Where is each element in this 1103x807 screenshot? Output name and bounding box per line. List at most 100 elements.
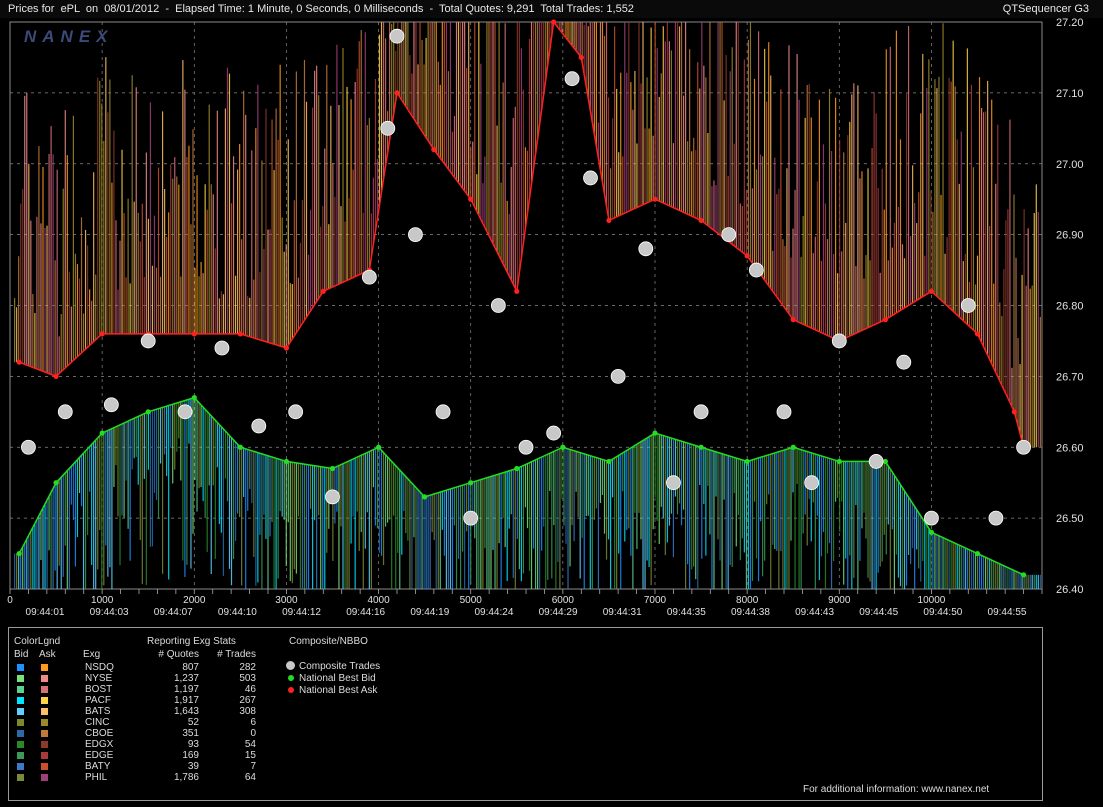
ask-color-swatch bbox=[41, 719, 48, 726]
ask-color-swatch bbox=[41, 697, 48, 704]
x-tick-label: 9000 bbox=[828, 595, 851, 606]
composite-trade-point bbox=[463, 510, 479, 526]
x-tick-label: 5000 bbox=[460, 595, 483, 606]
bid-color-swatch bbox=[17, 675, 24, 682]
exchange-quote-count: 1,917 bbox=[173, 695, 199, 706]
composite-trade-point bbox=[325, 489, 340, 505]
best-ask-point bbox=[16, 359, 22, 365]
exchange-trade-count: 0 bbox=[250, 728, 256, 739]
nbbo-legend-marker bbox=[286, 661, 295, 670]
ask-color-swatch bbox=[41, 730, 48, 737]
ask-color-swatch bbox=[41, 774, 48, 781]
composite-trade-point bbox=[868, 454, 884, 469]
exchange-name: PACF bbox=[85, 695, 111, 706]
exchange-trade-count: 46 bbox=[244, 684, 256, 695]
time-label: 09:44:43 bbox=[795, 607, 834, 618]
exchange-trade-count: 308 bbox=[239, 706, 256, 717]
best-bid-point bbox=[16, 550, 22, 557]
exchange-quote-count: 39 bbox=[187, 761, 199, 772]
time-label: 09:44:16 bbox=[346, 607, 385, 618]
best-bid-point bbox=[283, 458, 290, 465]
exchange-quote-count: 1,237 bbox=[173, 673, 199, 684]
best-ask-point bbox=[514, 288, 520, 294]
bid-color-swatch bbox=[17, 686, 24, 693]
best-ask-point bbox=[928, 288, 935, 294]
footer-link[interactable]: For additional information: www.nanex.ne… bbox=[803, 784, 989, 795]
y-tick-label: 27.00 bbox=[1056, 159, 1084, 171]
exchange-name: BOST bbox=[85, 684, 113, 695]
exchange-name: EDGX bbox=[85, 739, 114, 750]
composite-trade-point bbox=[361, 269, 377, 285]
exchange-quote-count: 1,197 bbox=[173, 684, 199, 695]
composite-trade-point bbox=[804, 475, 820, 491]
time-label: 09:44:01 bbox=[26, 607, 65, 618]
y-tick-label: 26.60 bbox=[1056, 442, 1084, 454]
y-axis: 27.20 27.10 27.00 26.90 26.80 26.70 26.60 26.50… bbox=[1056, 17, 1084, 596]
legend-panel: ColorLgnd Bid Ask Reporting Exg Stats Ex… bbox=[8, 627, 1043, 801]
best-ask-point bbox=[1011, 409, 1017, 415]
best-ask-point bbox=[191, 331, 197, 337]
x-tick-label: 6000 bbox=[552, 595, 575, 606]
composite-trade-point bbox=[776, 404, 792, 420]
best-bid-point bbox=[560, 444, 566, 450]
composite-trade-point bbox=[693, 404, 709, 420]
bid-color-swatch bbox=[17, 730, 24, 737]
best-ask-point bbox=[99, 331, 105, 337]
exchange-trade-count: 503 bbox=[239, 673, 256, 684]
best-bid-point bbox=[928, 529, 935, 535]
composite-trade-point bbox=[1016, 439, 1031, 455]
nbbo-title: Composite/NBBO bbox=[289, 636, 368, 647]
composite-trade-point bbox=[988, 510, 1004, 526]
bid-color-swatch bbox=[17, 741, 24, 748]
best-ask-point bbox=[578, 54, 584, 61]
composite-trade-point bbox=[666, 475, 681, 491]
y-tick-label: 26.70 bbox=[1056, 371, 1084, 383]
time-label: 09:44:24 bbox=[474, 607, 513, 618]
time-label: 09:44:03 bbox=[90, 607, 129, 618]
best-ask-point bbox=[790, 317, 796, 323]
exchange-quote-count: 169 bbox=[182, 750, 199, 761]
best-bid-point bbox=[329, 465, 336, 472]
composite-trade-point bbox=[389, 28, 405, 44]
exchange-quote-count: 1,643 bbox=[173, 706, 199, 717]
best-ask-point bbox=[53, 373, 59, 379]
ask-color-swatch bbox=[41, 741, 48, 748]
composite-trade-point bbox=[251, 418, 267, 434]
exchange-quote-count: 351 bbox=[182, 728, 199, 739]
composite-trade-point bbox=[610, 368, 626, 384]
exchange-name: BATY bbox=[85, 761, 111, 772]
best-bid-point bbox=[422, 494, 428, 500]
x-axis: 0 1000 2000 3000 4000 5000 6000 7000 8000 9000 100… bbox=[7, 589, 1043, 618]
exchange-quote-count: 52 bbox=[187, 717, 199, 728]
y-tick-label: 26.80 bbox=[1056, 301, 1084, 313]
composite-trade-point bbox=[518, 439, 534, 455]
color-legend-title: ColorLgnd bbox=[14, 636, 61, 647]
exchange-trade-count: 15 bbox=[244, 750, 256, 761]
time-label: 09:44:19 bbox=[410, 607, 449, 618]
best-bid-point bbox=[191, 395, 197, 401]
x-tick-label: 0 bbox=[7, 595, 13, 606]
best-bid-point bbox=[790, 444, 796, 450]
best-bid-point bbox=[514, 465, 520, 472]
nbbo-legend-marker bbox=[288, 675, 294, 681]
best-bid-point bbox=[744, 458, 750, 465]
exchange-trade-count: 7 bbox=[250, 761, 256, 772]
y-tick-label: 26.40 bbox=[1056, 584, 1084, 596]
composite-trade-point bbox=[435, 404, 451, 420]
exchange-name: NSDQ bbox=[85, 662, 114, 673]
x-tick-label: 7000 bbox=[644, 595, 667, 606]
ask-color-swatch bbox=[41, 686, 48, 693]
exchange-name: BATS bbox=[85, 706, 111, 717]
time-label: 09:44:29 bbox=[539, 607, 578, 618]
bid-color-swatch bbox=[17, 774, 24, 781]
y-tick-label: 27.20 bbox=[1056, 17, 1084, 29]
best-bid-point bbox=[974, 550, 981, 557]
quotes-column-header: # Quotes bbox=[158, 649, 199, 660]
time-label: 09:44:55 bbox=[988, 607, 1027, 618]
composite-trade-point bbox=[546, 425, 562, 441]
best-ask-point bbox=[431, 146, 437, 153]
ask-color-swatch bbox=[41, 708, 48, 715]
exchange-quote-count: 93 bbox=[187, 739, 199, 750]
time-label: 09:44:31 bbox=[603, 607, 642, 618]
exchange-trade-count: 267 bbox=[239, 695, 256, 706]
